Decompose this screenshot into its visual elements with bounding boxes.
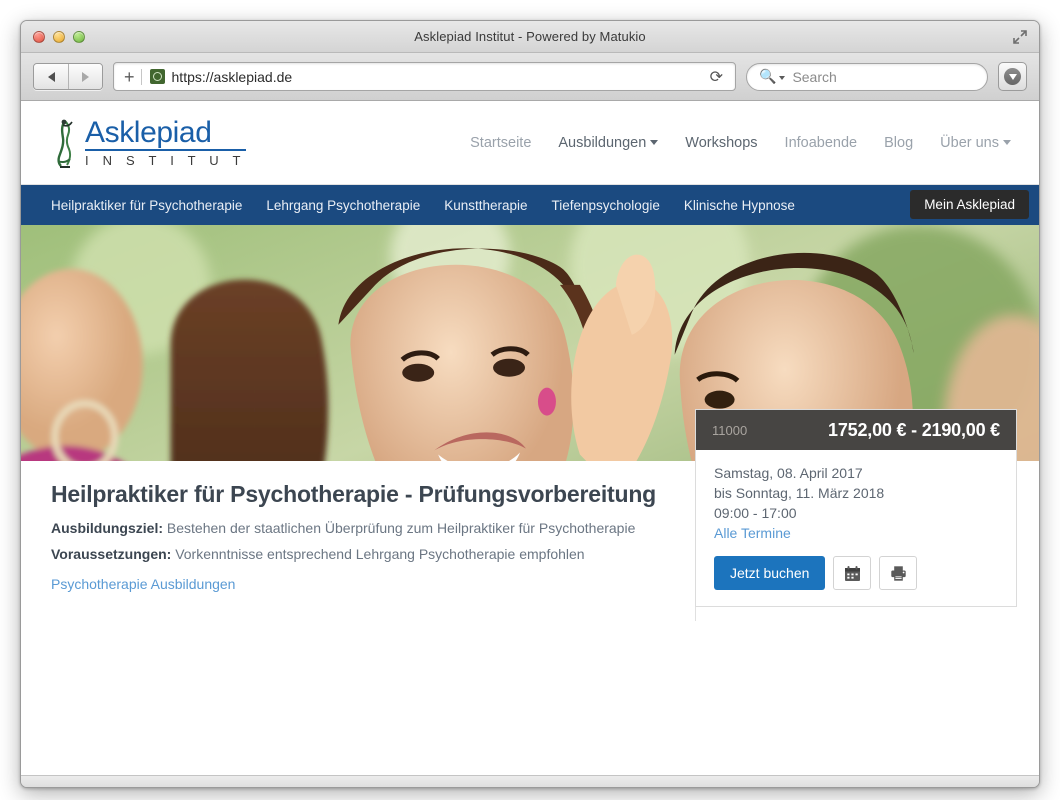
page-title: Heilpraktiker für Psychotherapie - Prüfu… <box>51 481 657 507</box>
subnav-item-heilpraktiker[interactable]: Heilpraktiker für Psychotherapie <box>39 198 254 213</box>
back-arrow-icon <box>47 71 55 82</box>
mein-asklepiad-button[interactable]: Mein Asklepiad <box>910 190 1029 219</box>
back-button[interactable] <box>34 64 68 89</box>
address-bar[interactable]: + https://asklepiad.de ⟳ <box>113 62 736 91</box>
event-info-panel: 11000 1752,00 € - 2190,00 € Samstag, 08.… <box>695 409 1017 607</box>
course-requirements-text: Vorkenntnisse entsprechend Lehrgang Psyc… <box>175 545 585 562</box>
chevron-down-icon <box>1003 140 1011 145</box>
course-category-link[interactable]: Psychotherapie Ausbildungen <box>51 576 235 592</box>
book-now-button[interactable]: Jetzt buchen <box>714 556 826 590</box>
search-field[interactable]: 🔍 Search <box>746 62 988 91</box>
course-details: Heilpraktiker für Psychotherapie - Prüfu… <box>21 461 695 621</box>
subnav-item-kunsttherapie[interactable]: Kunsttherapie <box>432 198 539 213</box>
nav-label: Startseite <box>470 134 532 151</box>
event-time: 09:00 - 17:00 <box>714 505 797 522</box>
asklepius-staff-icon <box>57 119 73 168</box>
subnav-item-lehrgang[interactable]: Lehrgang Psychotherapie <box>254 198 432 213</box>
forward-arrow-icon <box>82 71 89 82</box>
course-goal: Ausbildungsziel: Bestehen der staatliche… <box>51 520 667 537</box>
nav-label: Blog <box>884 134 914 151</box>
print-button[interactable] <box>879 556 918 590</box>
site-logo[interactable]: Asklepiad I N S T I T U T <box>49 117 246 169</box>
event-date-end: bis Sonntag, 11. März 2018 <box>714 485 885 502</box>
nav-label: Workshops <box>685 134 758 151</box>
nav-item-ueber-uns[interactable]: Über uns <box>940 135 1011 151</box>
event-code: 11000 <box>712 422 748 438</box>
subnav-item-tiefenpsychologie[interactable]: Tiefenpsychologie <box>540 198 672 213</box>
hero-image: 11000 1752,00 € - 2190,00 € Samstag, 08.… <box>21 225 1039 621</box>
chevron-down-icon[interactable] <box>779 75 786 80</box>
search-magnifier-icon: 🔍 <box>759 68 777 84</box>
divider <box>140 68 142 85</box>
course-goal-text: Bestehen der staatlichen Überprüfung zum… <box>166 520 636 536</box>
window-title: Asklepiad Institut - Powered by Matukio <box>414 29 646 44</box>
course-requirements: Voraussetzungen: Vorkenntnisse entsprech… <box>51 546 667 563</box>
add-to-calendar-button[interactable] <box>833 556 872 590</box>
course-goal-label: Ausbildungsziel: <box>51 520 163 536</box>
window-titlebar: Asklepiad Institut - Powered by Matukio <box>21 21 1039 53</box>
search-placeholder: Search <box>792 68 837 85</box>
main-navigation: Startseite Ausbildungen Workshops Infoab… <box>470 135 1011 151</box>
nav-item-startseite[interactable]: Startseite <box>470 135 531 151</box>
chevron-down-icon <box>650 140 659 145</box>
all-dates-link[interactable]: Alle Termine <box>714 525 791 541</box>
course-requirements-label: Voraussetzungen: <box>51 545 172 562</box>
plus-icon[interactable]: + <box>122 68 141 86</box>
event-price: 1752,00 € - 2190,00 € <box>828 419 1000 440</box>
downloads-button[interactable] <box>998 62 1027 91</box>
url-text: https://asklepiad.de <box>171 68 293 85</box>
nav-label: Ausbildungen <box>558 134 647 151</box>
calendar-icon <box>844 565 860 581</box>
printer-icon <box>891 565 906 581</box>
forward-button[interactable] <box>68 64 102 89</box>
nav-item-workshops[interactable]: Workshops <box>685 135 757 151</box>
secondary-navigation: Heilpraktiker für Psychotherapie Lehrgan… <box>21 185 1039 225</box>
logo-name: Asklepiad <box>85 118 246 151</box>
nav-label: Infoabende <box>784 134 858 151</box>
nav-label: Über uns <box>940 134 999 151</box>
panel-actions: Jetzt buchen <box>714 556 998 590</box>
logo-subtitle: I N S T I T U T <box>85 153 246 168</box>
event-date-start: Samstag, 08. April 2017 <box>714 465 863 482</box>
reload-icon[interactable]: ⟳ <box>706 67 727 87</box>
panel-header: 11000 1752,00 € - 2190,00 € <box>696 410 1016 451</box>
fullscreen-expand-icon[interactable] <box>1011 28 1029 46</box>
nav-item-infoabende[interactable]: Infoabende <box>785 135 858 151</box>
nav-item-blog[interactable]: Blog <box>884 135 913 151</box>
page-viewport: Asklepiad I N S T I T U T Startseite Aus… <box>21 101 1039 775</box>
downloads-icon <box>1004 68 1021 85</box>
secure-site-icon[interactable] <box>149 69 165 84</box>
browser-toolbar: + https://asklepiad.de ⟳ 🔍 Search <box>21 53 1039 101</box>
site-header: Asklepiad I N S T I T U T Startseite Aus… <box>21 101 1039 185</box>
panel-body: Samstag, 08. April 2017 bis Sonntag, 11.… <box>696 450 1016 606</box>
nav-item-ausbildungen[interactable]: Ausbildungen <box>558 134 659 151</box>
window-footer <box>21 775 1039 787</box>
navigation-buttons <box>33 63 103 90</box>
browser-window: Asklepiad Institut - Powered by Matukio … <box>20 20 1040 788</box>
subnav-item-klinische-hypnose[interactable]: Klinische Hypnose <box>672 198 807 213</box>
